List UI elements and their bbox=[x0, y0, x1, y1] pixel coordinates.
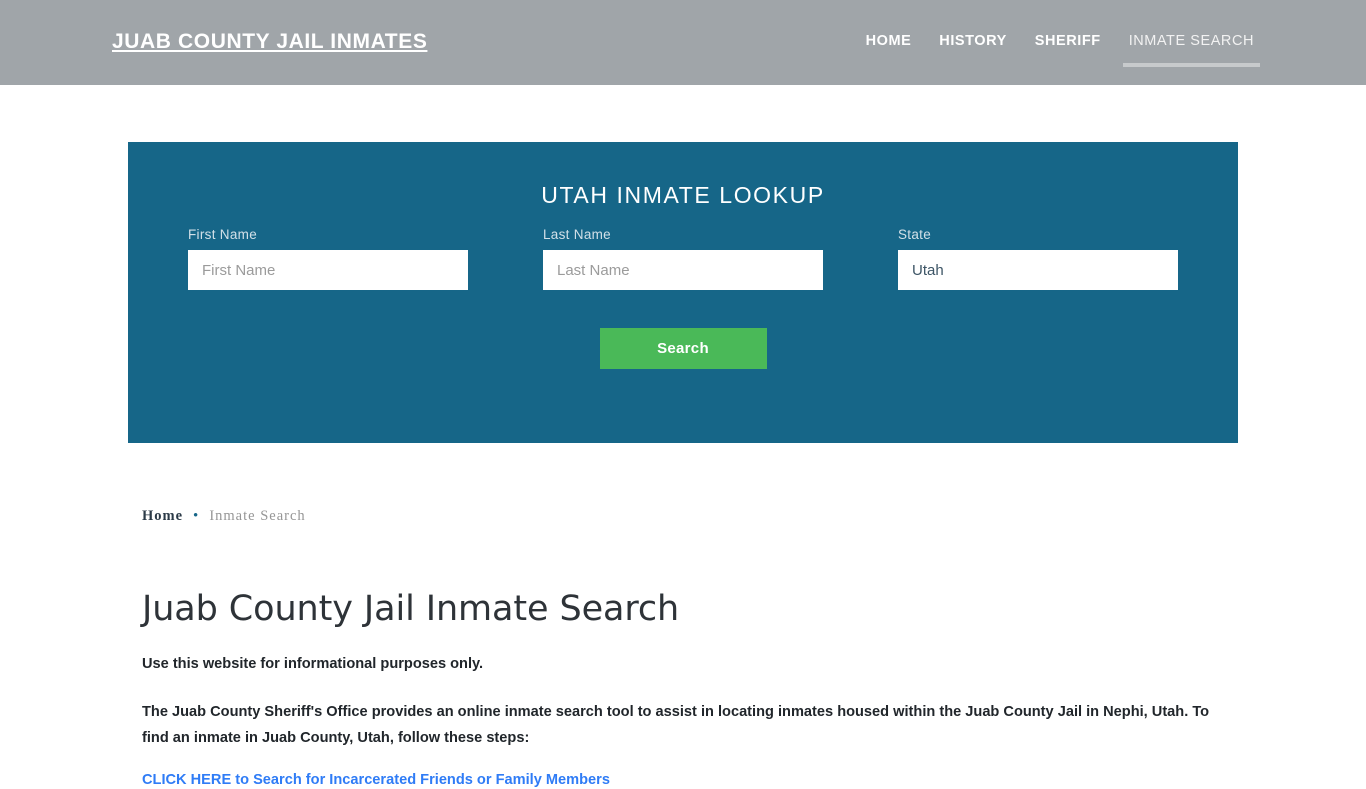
first-name-label: First Name bbox=[188, 227, 258, 242]
last-name-input[interactable] bbox=[543, 250, 823, 290]
first-name-input[interactable] bbox=[188, 250, 468, 290]
page-title: Juab County Jail Inmate Search bbox=[142, 589, 680, 629]
site-header: JUAB COUNTY JAIL INMATES HOME HISTORY SH… bbox=[0, 0, 1366, 85]
breadcrumb-home-link[interactable]: Home bbox=[142, 508, 183, 524]
lookup-panel-title: UTAH INMATE LOOKUP bbox=[541, 182, 825, 208]
breadcrumb-separator-icon: • bbox=[193, 508, 200, 524]
nav-item-history[interactable]: HISTORY bbox=[939, 33, 1007, 67]
nav-item-inmate-search[interactable]: INMATE SEARCH bbox=[1122, 33, 1261, 67]
page-content: Home • Inmate Search Juab County Jail Inma… bbox=[142, 500, 1222, 789]
nav-item-home[interactable]: HOME bbox=[866, 33, 912, 67]
primary-navigation: HOME HISTORY SHERIFF INMATE SEARCH bbox=[866, 33, 1261, 67]
nav-item-sheriff[interactable]: SHERIFF bbox=[1035, 33, 1101, 67]
last-name-field-group: Last Name bbox=[543, 227, 823, 290]
site-brand-logo[interactable]: JUAB COUNTY JAIL INMATES bbox=[112, 30, 427, 54]
intro-text: Use this website for informational purpo… bbox=[142, 656, 484, 672]
breadcrumb-current: Inmate Search bbox=[209, 508, 306, 524]
search-button[interactable]: Search bbox=[599, 328, 767, 369]
description-paragraph: The Juab County Sheriff's Office provide… bbox=[142, 704, 1210, 746]
lookup-form-fields: First Name Last Name State bbox=[128, 227, 1238, 307]
state-field-group: State bbox=[898, 227, 1178, 290]
first-name-field-group: First Name bbox=[188, 227, 468, 290]
state-label: State bbox=[898, 227, 932, 242]
search-friends-family-link[interactable]: CLICK HERE to Search for Incarcerated Fr… bbox=[142, 772, 610, 788]
lookup-submit-row: Search bbox=[128, 328, 1238, 369]
breadcrumb: Home • Inmate Search bbox=[142, 500, 1222, 525]
inmate-lookup-panel: UTAH INMATE LOOKUP First Name Last Name … bbox=[128, 142, 1238, 443]
state-input[interactable] bbox=[898, 250, 1178, 290]
last-name-label: Last Name bbox=[543, 227, 611, 242]
